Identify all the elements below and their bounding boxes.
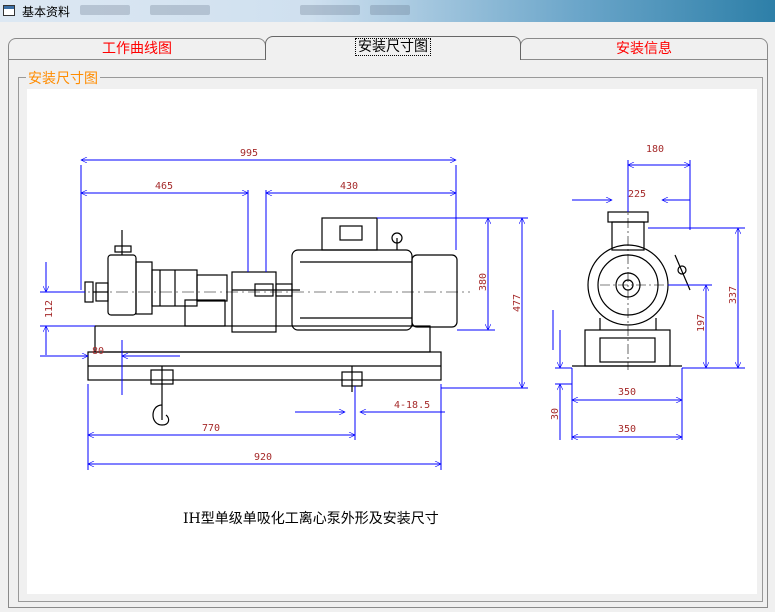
dim-350-bottom: 350	[618, 424, 636, 435]
dim-4-18-5: 4-18.5	[394, 400, 430, 411]
pump-dimension-drawing: 995 465 430 380 477 112 80 4-18.5 770 92…	[40, 144, 745, 527]
dim-180: 180	[646, 144, 664, 155]
dim-350-top: 350	[618, 387, 636, 398]
drawing-canvas: 995 465 430 380 477 112 80 4-18.5 770 92…	[27, 89, 757, 594]
dim-380: 380	[478, 273, 489, 291]
end-view-dimensions: 180 225 337 197 350 350 30	[550, 144, 745, 440]
tab-installation-info-label: 安装信息	[616, 41, 672, 57]
dim-995: 995	[240, 148, 258, 159]
tab-work-curve-label: 工作曲线图	[102, 41, 172, 57]
dim-477: 477	[512, 294, 523, 312]
side-view-dimensions: 995 465 430 380 477 112 80 4-18.5 770 92…	[40, 148, 528, 470]
dim-80: 80	[92, 346, 104, 357]
blurred-field	[150, 5, 210, 15]
dim-465: 465	[155, 181, 173, 192]
drawing-caption: IH型单级单吸化工离心泵外形及安装尺寸	[183, 510, 439, 527]
window-title: 基本资料	[22, 5, 71, 19]
dim-225: 225	[628, 189, 646, 200]
tab-strip: 工作曲线图 安装尺寸图 安装信息	[8, 36, 768, 60]
dim-337: 337	[728, 286, 739, 304]
dim-197: 197	[696, 314, 707, 332]
drawing-group-label: 安装尺寸图	[26, 68, 100, 88]
side-view	[72, 217, 470, 426]
title-bar: 基本资料	[0, 0, 775, 22]
tab-installation-dimensions[interactable]: 安装尺寸图	[265, 36, 521, 60]
tab-installation-dimensions-label: 安装尺寸图	[355, 38, 431, 56]
blurred-field	[80, 5, 130, 15]
tab-installation-info[interactable]: 安装信息	[520, 38, 768, 59]
dim-430: 430	[340, 181, 358, 192]
dim-770: 770	[202, 423, 220, 434]
tab-work-curve[interactable]: 工作曲线图	[8, 38, 266, 59]
blurred-field	[370, 5, 410, 15]
dim-920: 920	[254, 452, 272, 463]
dim-112: 112	[44, 300, 55, 318]
dim-30: 30	[550, 408, 561, 420]
app-icon	[3, 5, 15, 16]
blurred-field	[300, 5, 360, 15]
